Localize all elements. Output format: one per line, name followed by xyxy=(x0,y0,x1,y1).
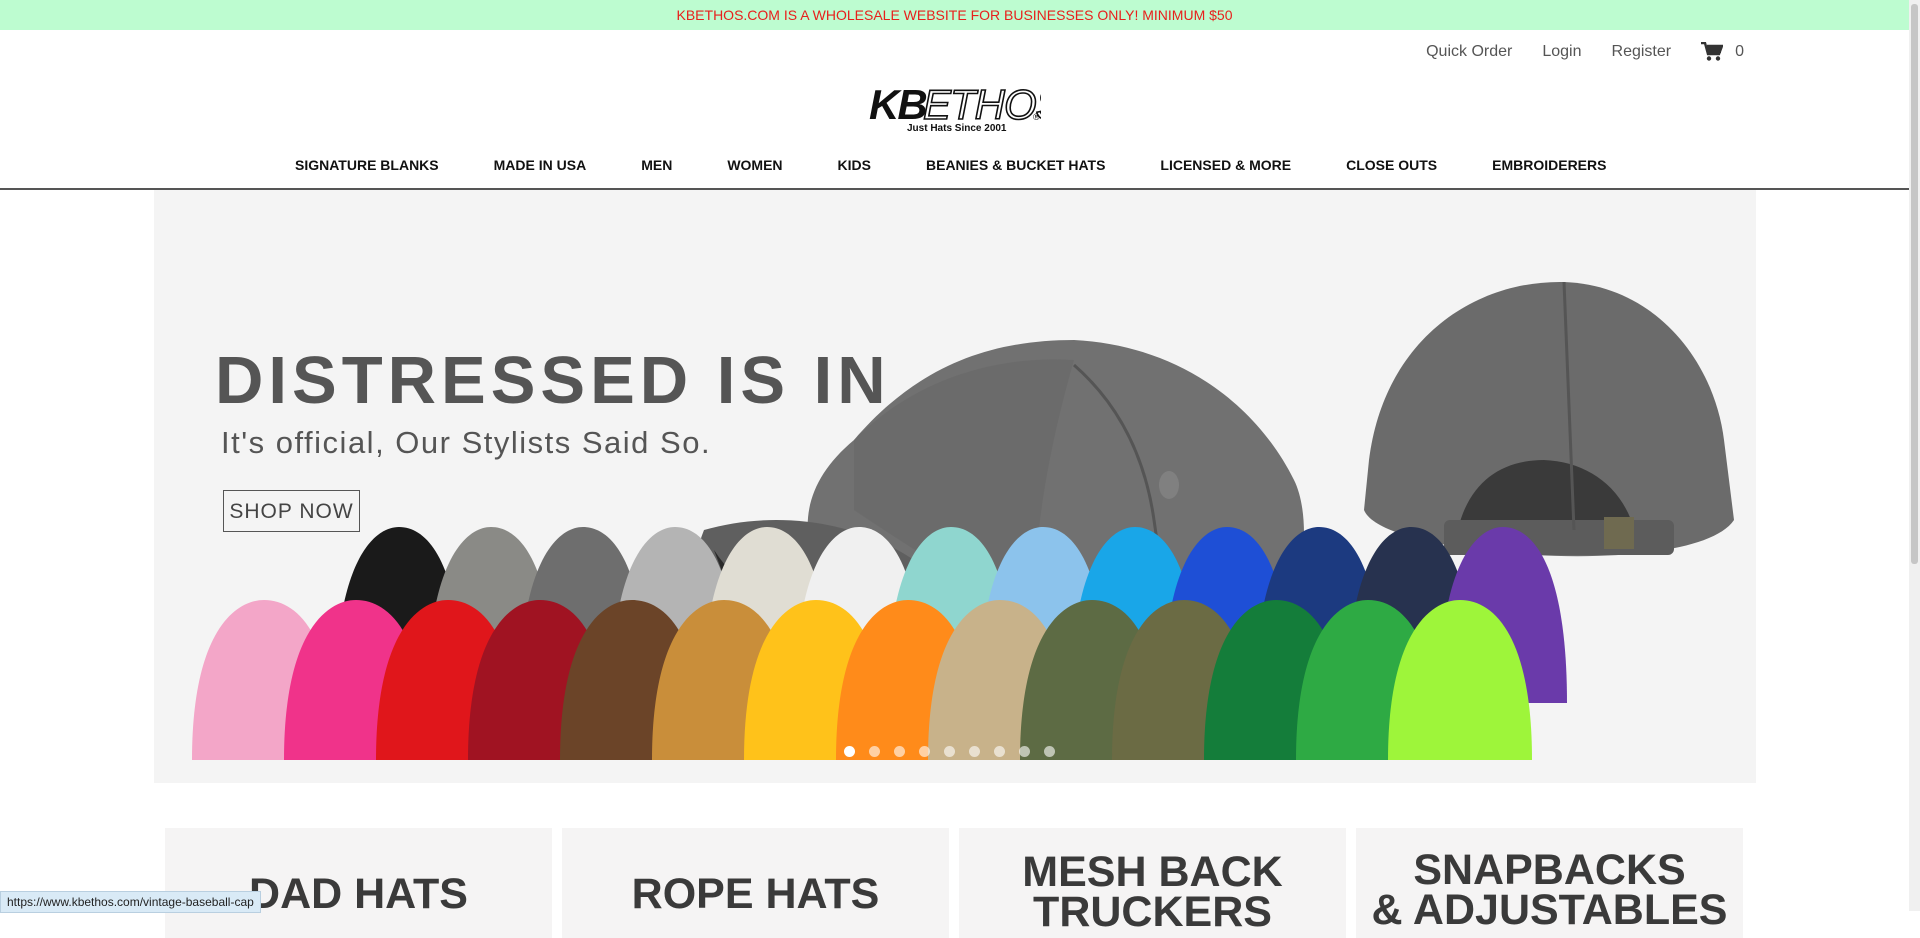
nav-licensed-more[interactable]: LICENSED & MORE xyxy=(1160,152,1291,178)
distressed-cap-back-image xyxy=(1364,281,1734,557)
top-links: Quick Order Login Register 0 xyxy=(1396,42,1744,62)
cart-count: 0 xyxy=(1735,43,1744,60)
slider-dot[interactable] xyxy=(944,746,955,757)
slider-dot[interactable] xyxy=(969,746,980,757)
nav-embroiderers[interactable]: EMBROIDERERS xyxy=(1492,152,1606,178)
tile-dad-hats[interactable]: DAD HATS xyxy=(165,828,552,938)
cart-button[interactable]: 0 xyxy=(1701,42,1744,62)
scrollbar-thumb[interactable] xyxy=(1911,4,1918,564)
category-tiles: DAD HATS ROPE HATS MESH BACK TRUCKERS SN… xyxy=(165,828,1743,938)
slider-dot[interactable] xyxy=(844,746,855,757)
quick-order-link[interactable]: Quick Order xyxy=(1426,43,1512,61)
slider-dot[interactable] xyxy=(869,746,880,757)
cart-icon xyxy=(1701,42,1724,61)
status-bar-url: https://www.kbethos.com/vintage-baseball… xyxy=(0,891,261,913)
tile-title: ROPE HATS xyxy=(631,870,880,918)
tile-mesh-back-truckers[interactable]: MESH BACK TRUCKERS xyxy=(959,828,1346,938)
hero-slider[interactable]: DISTRESSED IS IN It's official, Our Styl… xyxy=(154,190,1756,783)
svg-text:ETHOS: ETHOS xyxy=(923,84,1041,128)
nav-close-outs[interactable]: CLOSE OUTS xyxy=(1346,152,1437,178)
shop-now-button[interactable]: SHOP NOW xyxy=(223,490,360,532)
slider-dot[interactable] xyxy=(919,746,930,757)
login-link[interactable]: Login xyxy=(1542,43,1581,61)
nav-men[interactable]: MEN xyxy=(641,152,672,178)
svg-text:®: ® xyxy=(1033,112,1040,122)
tile-title: MESH BACK TRUCKERS xyxy=(1022,848,1283,936)
register-link[interactable]: Register xyxy=(1612,43,1672,61)
nav-women[interactable]: WOMEN xyxy=(727,152,782,178)
main-nav: SIGNATURE BLANKS MADE IN USA MEN WOMEN K… xyxy=(0,152,1909,324)
nav-signature-blanks[interactable]: SIGNATURE BLANKS xyxy=(295,152,439,178)
nav-beanies-bucket-hats[interactable]: BEANIES & BUCKET HATS xyxy=(926,152,1105,178)
tile-title: SNAPBACKS & ADJUSTABLES xyxy=(1371,846,1728,934)
slider-dot[interactable] xyxy=(894,746,905,757)
svg-text:Just Hats Since 2001: Just Hats Since 2001 xyxy=(907,123,1007,134)
promo-text: KBETHOS.COM IS A WHOLESALE WEBSITE FOR B… xyxy=(676,7,1233,23)
nav-kids[interactable]: KIDS xyxy=(838,152,871,178)
hero-title: DISTRESSED IS IN xyxy=(215,343,891,418)
slider-dot[interactable] xyxy=(994,746,1005,757)
site-logo[interactable]: KB ETHOS ® Just Hats Since 2001 xyxy=(869,80,1065,134)
tile-rope-hats[interactable]: ROPE HATS xyxy=(562,828,949,938)
page-scrollbar[interactable] xyxy=(1909,0,1920,911)
hero-caps-image xyxy=(192,281,1734,760)
nav-made-in-usa[interactable]: MADE IN USA xyxy=(494,152,587,178)
promo-banner: KBETHOS.COM IS A WHOLESALE WEBSITE FOR B… xyxy=(0,0,1909,30)
svg-text:KB: KB xyxy=(869,84,926,128)
slider-dots xyxy=(844,746,1055,757)
tile-snapbacks-adjustables[interactable]: SNAPBACKS & ADJUSTABLES xyxy=(1356,828,1743,938)
hero-subtitle: It's official, Our Stylists Said So. xyxy=(221,425,712,460)
slider-dot[interactable] xyxy=(1019,746,1030,757)
slider-dot[interactable] xyxy=(1044,746,1055,757)
